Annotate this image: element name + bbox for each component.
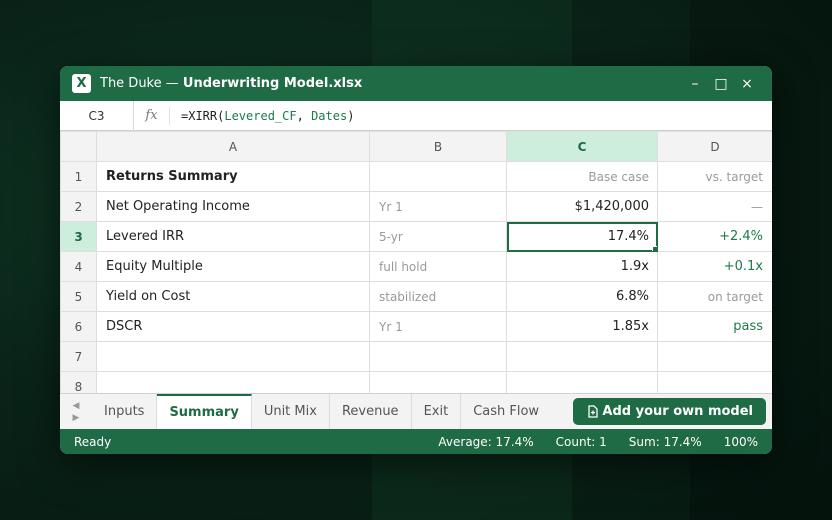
column-header-d[interactable]: D (657, 131, 772, 162)
cell-d6[interactable]: pass (657, 311, 772, 342)
cell-c3-value: 17.4% (607, 229, 649, 244)
zoom-level[interactable]: 100% (724, 435, 758, 449)
cell-grid: A B C D 1 Returns Summary Base case vs. … (60, 131, 772, 402)
table-row: 4 Equity Multiple full hold 1.9x +0.1x (60, 251, 772, 282)
tab-scroll-nav: ◀ ▶ (60, 394, 92, 429)
close-icon[interactable]: × (734, 76, 760, 92)
title-filename: Underwriting Model.xlsx (182, 76, 363, 91)
tab-inputs[interactable]: Inputs (92, 394, 158, 429)
cell-c1[interactable]: Base case (506, 161, 658, 192)
spreadsheet-window: X The Duke — Underwriting Model.xlsx – □… (60, 66, 772, 454)
minimize-icon[interactable]: – (682, 76, 708, 92)
maximize-icon[interactable]: □ (708, 76, 734, 92)
cell-d2[interactable]: — (657, 191, 772, 222)
formula-input[interactable]: =XIRR(Levered_CF, Dates) (170, 109, 354, 123)
row-header[interactable]: 4 (60, 251, 97, 282)
row-header[interactable]: 3 (60, 221, 97, 252)
name-box[interactable]: C3 (60, 100, 134, 131)
title-bar: X The Duke — Underwriting Model.xlsx – □… (60, 66, 772, 101)
cell-c4[interactable]: 1.9x (506, 251, 658, 282)
status-count: Count: 1 (555, 434, 607, 449)
sheet-tab-bar: ◀ ▶ Inputs Summary Unit Mix Revenue Exit… (60, 393, 772, 429)
cell-a1[interactable]: Returns Summary (96, 161, 370, 192)
row-header[interactable]: 2 (60, 191, 97, 222)
status-ready: Ready (74, 434, 112, 449)
formula-arg-dates: Dates (311, 108, 348, 123)
column-header-b[interactable]: B (369, 131, 507, 162)
row-header[interactable]: 5 (60, 281, 97, 312)
cell-b5[interactable]: stabilized (369, 281, 507, 312)
cell-d4[interactable]: +0.1x (657, 251, 772, 282)
cell-c2[interactable]: $1,420,000 (506, 191, 658, 222)
formula-prefix: =XIRR( (181, 108, 225, 123)
fx-icon: fx (134, 106, 170, 125)
cell-a2[interactable]: Net Operating Income (96, 191, 370, 222)
cell-d3[interactable]: +2.4% (657, 221, 772, 252)
table-row: 5 Yield on Cost stabilized 6.8% on targe… (60, 281, 772, 312)
cell-a3[interactable]: Levered IRR (96, 221, 370, 252)
tab-cash-flow[interactable]: Cash Flow (461, 394, 551, 429)
cell-d1[interactable]: vs. target (657, 161, 772, 192)
cell-c5[interactable]: 6.8% (506, 281, 658, 312)
tab-summary[interactable]: Summary (157, 394, 252, 429)
cell-d5[interactable]: on target (657, 281, 772, 312)
tab-unit-mix[interactable]: Unit Mix (252, 394, 330, 429)
column-header-c[interactable]: C (506, 131, 658, 162)
table-row: 7 (60, 341, 772, 372)
tab-next-icon[interactable]: ▶ (73, 412, 80, 424)
cell-b1[interactable] (369, 161, 507, 192)
window-title: The Duke — Underwriting Model.xlsx (100, 76, 682, 91)
cell-b6[interactable]: Yr 1 (369, 311, 507, 342)
status-bar: Ready Average: 17.4% Count: 1 Sum: 17.4%… (60, 429, 772, 454)
formula-arg-cashflow: Levered_CF (224, 108, 297, 123)
formula-bar: C3 fx =XIRR(Levered_CF, Dates) (60, 100, 772, 131)
table-row: 3 Levered IRR 5-yr 17.4% +2.4% (60, 221, 772, 252)
tab-exit[interactable]: Exit (412, 394, 462, 429)
table-row: 1 Returns Summary Base case vs. target (60, 161, 772, 192)
cell-b2[interactable]: Yr 1 (369, 191, 507, 222)
cell-d7[interactable] (657, 341, 772, 372)
formula-separator: , (296, 108, 312, 123)
add-model-button[interactable]: Add your own model (573, 398, 766, 425)
excel-app-icon: X (72, 74, 91, 93)
row-header[interactable]: 6 (60, 311, 97, 342)
cell-c3-selected[interactable]: 17.4% (506, 221, 658, 252)
cell-b7[interactable] (369, 341, 507, 372)
row-header[interactable]: 7 (60, 341, 97, 372)
status-average: Average: 17.4% (438, 434, 534, 449)
formula-suffix: ) (347, 108, 355, 123)
cell-c6[interactable]: 1.85x (506, 311, 658, 342)
cell-b3[interactable]: 5-yr (369, 221, 507, 252)
cell-a7[interactable] (96, 341, 370, 372)
tab-prev-icon[interactable]: ◀ (73, 400, 80, 412)
table-row: 6 DSCR Yr 1 1.85x pass (60, 311, 772, 342)
title-prefix: The Duke — (100, 76, 183, 91)
cell-a5[interactable]: Yield on Cost (96, 281, 370, 312)
cell-c7[interactable] (506, 341, 658, 372)
tab-revenue[interactable]: Revenue (330, 394, 412, 429)
column-header-a[interactable]: A (96, 131, 370, 162)
file-plus-icon (588, 405, 599, 418)
fill-handle[interactable] (652, 246, 657, 251)
add-model-label: Add your own model (602, 404, 753, 419)
table-row: 2 Net Operating Income Yr 1 $1,420,000 — (60, 191, 772, 222)
cell-a6[interactable]: DSCR (96, 311, 370, 342)
select-all-corner[interactable] (60, 131, 97, 162)
cell-a4[interactable]: Equity Multiple (96, 251, 370, 282)
row-header[interactable]: 1 (60, 161, 97, 192)
cell-b4[interactable]: full hold (369, 251, 507, 282)
status-sum: Sum: 17.4% (628, 434, 702, 449)
